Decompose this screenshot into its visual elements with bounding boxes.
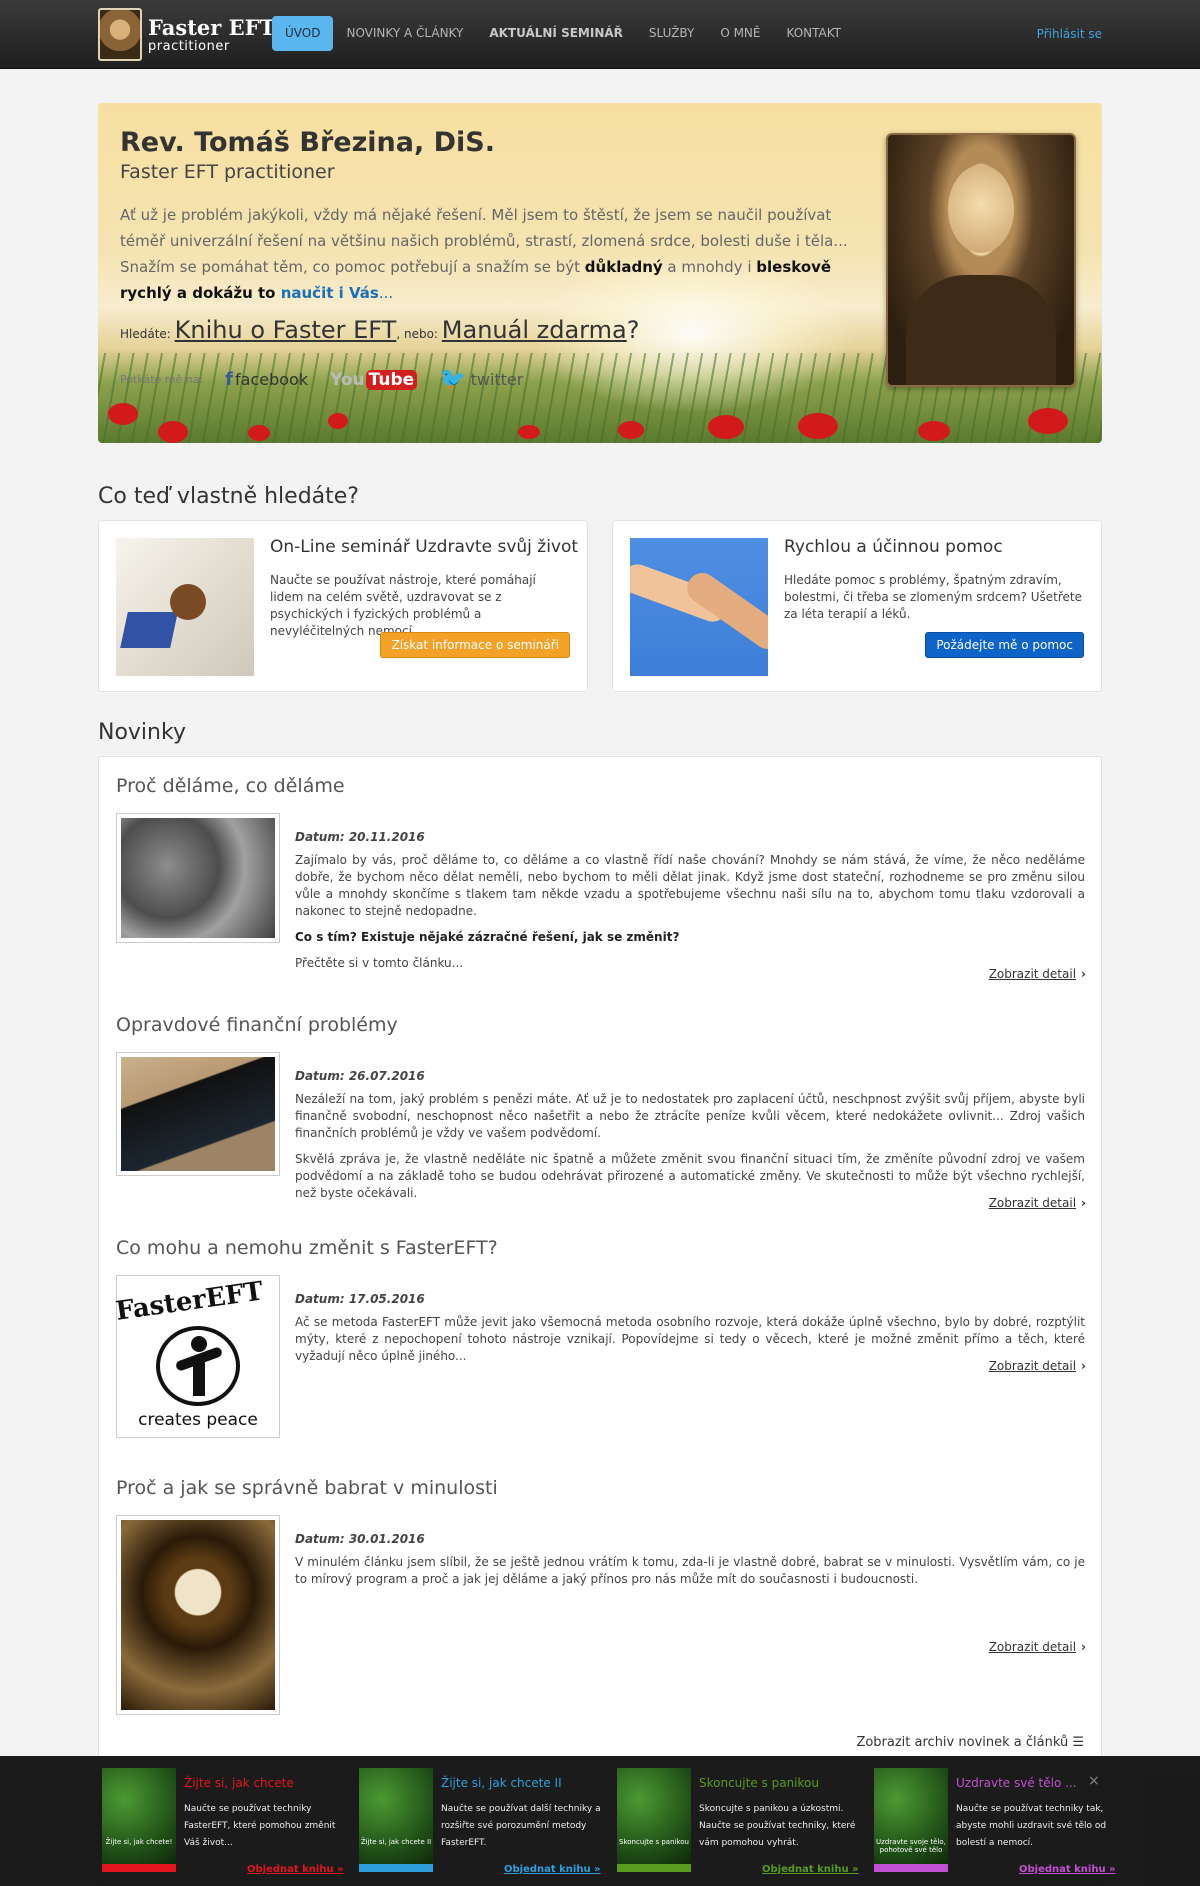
- book-cover[interactable]: Skoncujte s panikou: [617, 1768, 691, 1872]
- article-date: 30.01.2016: [348, 1532, 425, 1546]
- seminar-info-button[interactable]: Získat informace o semináři: [380, 632, 570, 658]
- brand-logo[interactable]: Faster EFT practitioner: [98, 8, 275, 61]
- book-promo-bar: Žijte si, jak chcete! Žijte si, jak chce…: [0, 1756, 1200, 1886]
- login-link[interactable]: Přihlásit se: [1037, 27, 1102, 41]
- detail-link[interactable]: Zobrazit detail ›: [989, 1640, 1086, 1654]
- book-promo: Žijte si, jak chcete! Žijte si, jak chce…: [102, 1768, 352, 1875]
- help-image: [630, 538, 768, 676]
- book-text: Naučte se používat další techniky a rozš…: [441, 1804, 601, 1848]
- nav-item-kontakt[interactable]: KONTAKT: [773, 16, 854, 51]
- hero-subtitle: Faster EFT practitioner: [120, 161, 335, 183]
- book-title[interactable]: Uzdravte své tělo ...: [956, 1776, 1077, 1790]
- book-title[interactable]: Skoncujte s panikou: [699, 1776, 819, 1790]
- chevron-right-icon: ›: [1081, 1359, 1086, 1373]
- learn-link[interactable]: naučit i Vás: [281, 284, 379, 302]
- book-cover[interactable]: Uzdravte svoje tělo, pohotově své tělo: [874, 1768, 948, 1872]
- seeking-line: Hledáte: Knihu o Faster EFT, nebo: Manuá…: [120, 316, 640, 344]
- twitter-link[interactable]: 🐦 twitter: [439, 367, 523, 392]
- detail-link[interactable]: Zobrazit detail ›: [989, 1196, 1086, 1210]
- news-panel: Proč děláme, co děláme Datum: 20.11.2016…: [98, 756, 1102, 1886]
- twitter-bird-icon: 🐦: [439, 367, 467, 392]
- book-promo: Uzdravte svoje tělo, pohotově své tělo U…: [874, 1768, 1124, 1875]
- article-title[interactable]: Opravdové finanční problémy: [116, 1014, 1086, 1036]
- brand-subtitle: practitioner: [148, 38, 230, 54]
- article-thumbnail[interactable]: FasterEFT creates peace: [114, 1275, 280, 1438]
- book-promo: Skoncujte s panikou Skoncujte s panikou …: [617, 1768, 867, 1875]
- book-text: Naučte se používat techniky FasterEFT, k…: [184, 1804, 336, 1848]
- article-thumbnail[interactable]: [116, 1052, 280, 1176]
- chevron-right-icon: ›: [1081, 1640, 1086, 1654]
- article-date: 17.05.2016: [348, 1292, 425, 1306]
- book-promo: Žijte si, jak chcete II Žijte si, jak ch…: [359, 1768, 609, 1875]
- facebook-link[interactable]: f facebook: [225, 369, 308, 390]
- order-book-link[interactable]: Objednat knihu »: [762, 1864, 859, 1875]
- request-help-button[interactable]: Požádejte mě o pomoc: [925, 632, 1084, 658]
- youtube-link[interactable]: You Tube: [330, 369, 418, 390]
- seminar-image: [116, 538, 254, 676]
- detail-link[interactable]: Zobrazit detail ›: [989, 967, 1086, 981]
- news-article: Proč a jak se správně babrat v minulosti…: [116, 1477, 1086, 1715]
- book-title[interactable]: Žijte si, jak chcete: [184, 1776, 294, 1790]
- order-book-link[interactable]: Objednat knihu »: [504, 1864, 601, 1875]
- news-article: Opravdové finanční problémy Datum: 26.07…: [116, 1014, 1086, 1210]
- chevron-right-icon: ›: [1081, 1196, 1086, 1210]
- order-book-link[interactable]: Objednat knihu »: [1019, 1864, 1116, 1875]
- news-article: Proč děláme, co děláme Datum: 20.11.2016…: [116, 775, 1086, 981]
- article-title[interactable]: Proč děláme, co děláme: [116, 775, 1086, 797]
- manual-link[interactable]: Manuál zdarma: [442, 316, 627, 344]
- book-text: Naučte se používat techniky tak, abyste …: [956, 1804, 1107, 1848]
- close-icon[interactable]: ×: [1088, 1773, 1100, 1789]
- nav-item-sluzby[interactable]: SLUŽBY: [636, 16, 707, 51]
- list-icon: ☰: [1072, 1735, 1084, 1750]
- brand-title: Faster EFT: [148, 14, 276, 40]
- detail-link[interactable]: Zobrazit detail ›: [989, 1359, 1086, 1373]
- fastereft-logo: FasterEFT creates peace: [114, 1276, 275, 1433]
- article-title[interactable]: Proč a jak se správně babrat v minulosti: [116, 1477, 1086, 1499]
- article-thumbnail[interactable]: [116, 1515, 280, 1715]
- seminar-card: On-Line seminář Uzdravte svůj život Nauč…: [98, 520, 588, 692]
- article-thumbnail[interactable]: [116, 813, 280, 943]
- article-date: 26.07.2016: [348, 1069, 425, 1083]
- main-nav: ÚVOD NOVINKY A ČLÁNKY AKTUÁLNÍ SEMINÁŘ S…: [272, 16, 854, 51]
- order-book-link[interactable]: Objednat knihu »: [247, 1864, 344, 1875]
- archive-link[interactable]: Zobrazit archiv novinek a článků ☰: [856, 1735, 1084, 1750]
- book-cover[interactable]: Žijte si, jak chcete!: [102, 1768, 176, 1872]
- nav-item-novinky[interactable]: NOVINKY A ČLÁNKY: [333, 16, 476, 51]
- hero-banner: Rev. Tomáš Březina, DiS. Faster EFT prac…: [98, 103, 1102, 443]
- nav-item-o-mne[interactable]: O MNĚ: [707, 16, 773, 51]
- hero-intro: Ať už je problém jakýkoli, vždy má nějak…: [120, 206, 848, 302]
- nav-item-seminar[interactable]: AKTUÁLNÍ SEMINÁŘ: [476, 16, 636, 51]
- chevron-right-icon: ›: [1081, 967, 1086, 981]
- book-text: Skoncujte s panikou a úzkostmi. Naučte s…: [699, 1804, 856, 1848]
- book-cover[interactable]: Žijte si, jak chcete II: [359, 1768, 433, 1872]
- top-navbar: Faster EFT practitioner ÚVOD NOVINKY A Č…: [0, 0, 1200, 69]
- article-title[interactable]: Co mohu a nemohu změnit s FasterEFT?: [116, 1237, 1086, 1259]
- article-date: 20.11.2016: [348, 830, 425, 844]
- seminar-card-title: On-Line seminář Uzdravte svůj život: [270, 537, 579, 557]
- book-link[interactable]: Knihu o Faster EFT: [175, 316, 397, 344]
- facebook-icon: f: [225, 369, 234, 390]
- brand-photo: [98, 8, 142, 61]
- hero-name: Rev. Tomáš Březina, DiS.: [120, 127, 496, 158]
- portrait-photo: [886, 133, 1076, 387]
- news-title: Novinky: [98, 720, 186, 745]
- help-card-text: Hledáte pomoc s problémy, špatným zdraví…: [784, 573, 1082, 621]
- seminar-card-text: Naučte se používat nástroje, které pomáh…: [270, 573, 536, 638]
- poppy-decoration: [108, 403, 138, 425]
- nav-item-uvod[interactable]: ÚVOD: [272, 16, 334, 51]
- book-title[interactable]: Žijte si, jak chcete II: [441, 1776, 562, 1790]
- looking-title: Co teď vlastně hledáte?: [98, 484, 359, 509]
- social-links: Potkáte mě na: f facebook You Tube 🐦 twitte…: [120, 367, 524, 392]
- help-card: Rychlou a účinnou pomoc Hledáte pomoc s …: [612, 520, 1102, 692]
- help-card-title: Rychlou a účinnou pomoc: [784, 537, 1003, 557]
- news-article: Co mohu a nemohu změnit s FasterEFT? Fas…: [114, 1237, 1086, 1438]
